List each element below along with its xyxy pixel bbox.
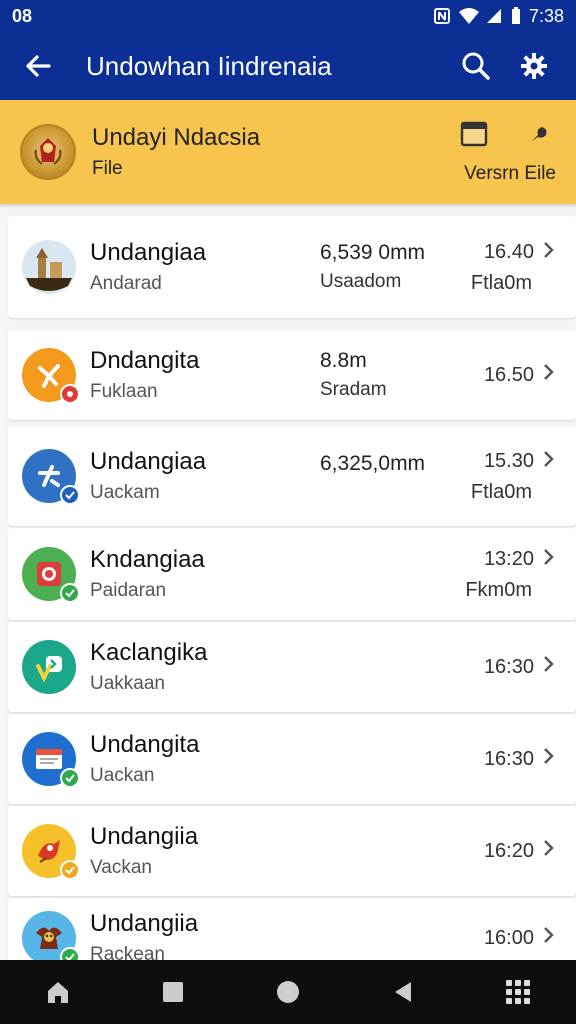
back-nav-button[interactable] bbox=[379, 968, 427, 1016]
emblem-logo bbox=[20, 124, 76, 180]
settings-button[interactable] bbox=[510, 42, 558, 90]
yellow-avatar bbox=[22, 824, 80, 880]
item-name: Undangiaa bbox=[90, 448, 207, 475]
apps-button[interactable] bbox=[494, 968, 542, 1016]
status-left-text: 08 bbox=[12, 5, 33, 26]
chevron-right-icon bbox=[542, 240, 556, 266]
item-size: 6,539 0mm bbox=[320, 241, 426, 264]
list-item[interactable]: Kaclangika Uakkaan 16:30 bbox=[8, 622, 576, 712]
item-list: Undangiaa Andarad 6,539 0mm Usaadom 16.4… bbox=[8, 216, 576, 980]
chevron-right-icon bbox=[542, 746, 556, 772]
message-avatar bbox=[22, 732, 80, 788]
item-name: Undangiia bbox=[90, 910, 199, 937]
item-subtitle: Andarad bbox=[90, 273, 162, 294]
item-name: Undangiaa bbox=[90, 239, 207, 266]
document-icon[interactable] bbox=[460, 120, 488, 153]
signal-icon bbox=[485, 7, 503, 25]
battery-icon bbox=[511, 7, 521, 25]
item-status: Usaadom bbox=[320, 271, 402, 292]
circle-icon bbox=[276, 981, 299, 1003]
triangle-back-icon bbox=[395, 982, 412, 1002]
item-time-detail: Fkm0m bbox=[465, 578, 532, 601]
item-time: 16:20 bbox=[483, 839, 534, 862]
landmark-avatar bbox=[22, 240, 76, 294]
item-time: 16.50 bbox=[483, 363, 534, 386]
list-item[interactable]: Dndangita Fuklaan 8.8m Sradam 16.50 bbox=[8, 330, 576, 420]
nfc-icon bbox=[433, 7, 451, 25]
item-time: 16:30 bbox=[483, 747, 534, 770]
pin-icon[interactable] bbox=[528, 123, 550, 150]
status-time: 7:38 bbox=[528, 5, 564, 26]
status-badge bbox=[60, 384, 80, 404]
verified-badge bbox=[60, 485, 80, 505]
grid-icon bbox=[506, 980, 531, 1004]
home-circle-button[interactable] bbox=[264, 968, 312, 1016]
home-button[interactable] bbox=[34, 968, 82, 1016]
search-icon bbox=[462, 52, 490, 80]
wifi-icon bbox=[458, 7, 479, 25]
chevron-right-icon bbox=[542, 838, 556, 864]
stop-button[interactable] bbox=[149, 968, 197, 1016]
home-icon bbox=[47, 982, 68, 1003]
item-time-detail: Ftla0m bbox=[470, 271, 532, 294]
verified-badge bbox=[60, 583, 80, 603]
item-subtitle: Uackan bbox=[90, 765, 155, 786]
blue-avatar bbox=[22, 449, 80, 505]
item-subtitle: Uakkaan bbox=[90, 673, 165, 694]
item-time: 16:00 bbox=[483, 926, 534, 949]
list-item[interactable]: Undangiaa Andarad 6,539 0mm Usaadom 16.4… bbox=[8, 216, 576, 318]
file-banner[interactable]: Undayi Ndacsia File Versrn Eile bbox=[0, 100, 576, 204]
item-subtitle: Vackan bbox=[90, 857, 152, 878]
item-time: 16:30 bbox=[483, 655, 534, 678]
item-name: Undangiia bbox=[90, 823, 199, 850]
list-item[interactable]: Kndangiaa Paidaran 13:20 Fkm0m bbox=[8, 528, 576, 620]
verified-badge bbox=[60, 860, 80, 880]
status-bar: 08 7:38 bbox=[0, 0, 576, 32]
chevron-right-icon bbox=[542, 925, 556, 951]
item-size: 8.8m bbox=[320, 349, 367, 372]
search-button[interactable] bbox=[452, 42, 500, 90]
item-status: Sradam bbox=[320, 379, 387, 400]
list-item[interactable]: Undangita Uackan 16:30 bbox=[8, 714, 576, 804]
item-subtitle: Uackam bbox=[90, 482, 160, 503]
item-subtitle: Paidaran bbox=[90, 580, 167, 601]
chevron-right-icon bbox=[542, 547, 556, 573]
item-name: Kndangiaa bbox=[90, 546, 205, 573]
arrow-left-icon bbox=[26, 55, 51, 77]
item-name: Kaclangika bbox=[90, 639, 208, 666]
banner-title: Undayi Ndacsia bbox=[92, 124, 261, 151]
page-title: Undowhan Iindrenaia bbox=[86, 50, 332, 81]
teal-avatar bbox=[22, 640, 76, 694]
chevron-right-icon bbox=[542, 449, 556, 475]
item-subtitle: Fuklaan bbox=[90, 381, 158, 402]
orange-avatar bbox=[22, 348, 80, 404]
bird-avatar bbox=[22, 911, 80, 967]
system-nav-bar bbox=[0, 960, 576, 1024]
chevron-right-icon bbox=[542, 654, 556, 680]
item-size: 6,325,0mm bbox=[320, 452, 426, 475]
banner-subtitle: File bbox=[92, 158, 123, 179]
chevron-right-icon bbox=[542, 362, 556, 388]
item-time-detail: Ftla0m bbox=[470, 480, 532, 503]
item-time: 13:20 bbox=[483, 548, 534, 570]
list-item[interactable]: Undangiia Vackan 16:20 bbox=[8, 806, 576, 896]
gear-icon bbox=[521, 53, 547, 79]
item-name: Dndangita bbox=[90, 347, 200, 374]
item-name: Undangita bbox=[90, 731, 200, 758]
list-item[interactable]: Undangiaa Uackam 6,325,0mm 15.30 Ftla0m bbox=[8, 426, 576, 526]
item-time: 15.30 bbox=[483, 450, 534, 472]
square-icon bbox=[162, 982, 183, 1002]
version-file-label[interactable]: Versrn Eile bbox=[464, 163, 556, 185]
app-bar: Undowhan Iindrenaia bbox=[0, 32, 576, 100]
item-time: 16.40 bbox=[483, 241, 534, 263]
back-button[interactable] bbox=[18, 46, 58, 86]
verified-badge bbox=[60, 768, 80, 788]
green-avatar bbox=[22, 547, 80, 603]
